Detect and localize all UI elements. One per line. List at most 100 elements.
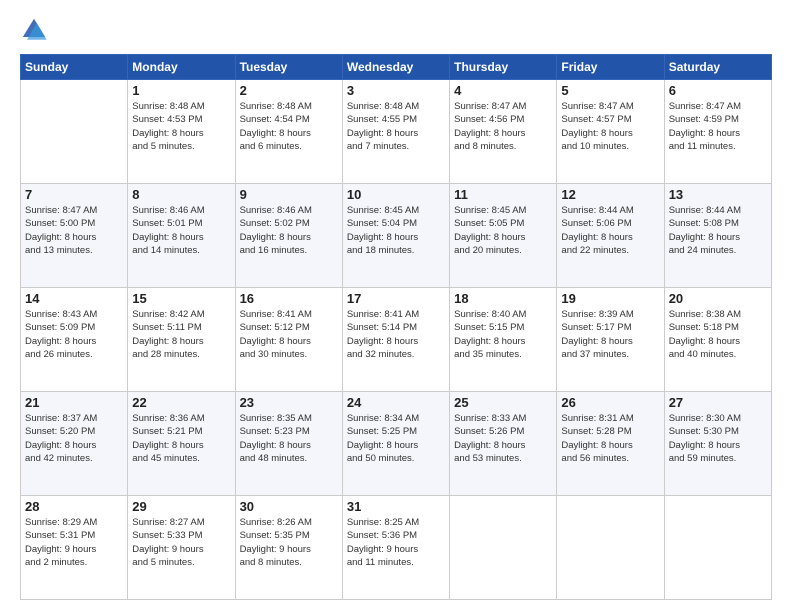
day-info: Sunrise: 8:44 AMSunset: 5:08 PMDaylight:… <box>669 204 767 257</box>
weekday-header-saturday: Saturday <box>664 55 771 80</box>
week-row-0: 1 Sunrise: 8:48 AMSunset: 4:53 PMDaylight… <box>21 80 772 184</box>
calendar-cell <box>450 496 557 600</box>
week-row-2: 14 Sunrise: 8:43 AMSunset: 5:09 PMDayligh… <box>21 288 772 392</box>
calendar-cell: 27 Sunrise: 8:30 AMSunset: 5:30 PMDayligh… <box>664 392 771 496</box>
day-info: Sunrise: 8:40 AMSunset: 5:15 PMDaylight:… <box>454 308 552 361</box>
day-number: 25 <box>454 395 552 410</box>
day-info: Sunrise: 8:42 AMSunset: 5:11 PMDaylight:… <box>132 308 230 361</box>
day-info: Sunrise: 8:33 AMSunset: 5:26 PMDaylight:… <box>454 412 552 465</box>
calendar-cell: 24 Sunrise: 8:34 AMSunset: 5:25 PMDayligh… <box>342 392 449 496</box>
day-info: Sunrise: 8:47 AMSunset: 4:57 PMDaylight:… <box>561 100 659 153</box>
day-info: Sunrise: 8:48 AMSunset: 4:55 PMDaylight:… <box>347 100 445 153</box>
day-info: Sunrise: 8:45 AMSunset: 5:05 PMDaylight:… <box>454 204 552 257</box>
day-number: 2 <box>240 83 338 98</box>
calendar-cell: 17 Sunrise: 8:41 AMSunset: 5:14 PMDayligh… <box>342 288 449 392</box>
day-info: Sunrise: 8:45 AMSunset: 5:04 PMDaylight:… <box>347 204 445 257</box>
day-number: 24 <box>347 395 445 410</box>
day-info: Sunrise: 8:41 AMSunset: 5:14 PMDaylight:… <box>347 308 445 361</box>
weekday-header-monday: Monday <box>128 55 235 80</box>
day-info: Sunrise: 8:37 AMSunset: 5:20 PMDaylight:… <box>25 412 123 465</box>
calendar-cell: 12 Sunrise: 8:44 AMSunset: 5:06 PMDayligh… <box>557 184 664 288</box>
calendar-cell: 19Sunrise: 8:39 AMSunset: 5:17 PMDayligh… <box>557 288 664 392</box>
day-number: 23 <box>240 395 338 410</box>
day-number: 20 <box>669 291 767 306</box>
page: SundayMondayTuesdayWednesdayThursdayFrid… <box>0 0 792 612</box>
day-number: 18 <box>454 291 552 306</box>
calendar-cell: 25 Sunrise: 8:33 AMSunset: 5:26 PMDayligh… <box>450 392 557 496</box>
day-info: Sunrise: 8:27 AMSunset: 5:33 PMDaylight:… <box>132 516 230 569</box>
calendar-cell: 7 Sunrise: 8:47 AMSunset: 5:00 PMDaylight… <box>21 184 128 288</box>
day-number: 21 <box>25 395 123 410</box>
day-number: 3 <box>347 83 445 98</box>
day-info: Sunrise: 8:29 AMSunset: 5:31 PMDaylight:… <box>25 516 123 569</box>
calendar-cell <box>664 496 771 600</box>
day-number: 6 <box>669 83 767 98</box>
day-number: 4 <box>454 83 552 98</box>
calendar-cell: 15 Sunrise: 8:42 AMSunset: 5:11 PMDayligh… <box>128 288 235 392</box>
day-number: 26 <box>561 395 659 410</box>
day-info: Sunrise: 8:47 AMSunset: 5:00 PMDaylight:… <box>25 204 123 257</box>
header <box>20 16 772 44</box>
day-info: Sunrise: 8:43 AMSunset: 5:09 PMDaylight:… <box>25 308 123 361</box>
day-number: 27 <box>669 395 767 410</box>
day-number: 30 <box>240 499 338 514</box>
calendar-table: SundayMondayTuesdayWednesdayThursdayFrid… <box>20 54 772 600</box>
calendar-cell: 23Sunrise: 8:35 AMSunset: 5:23 PMDayligh… <box>235 392 342 496</box>
day-number: 13 <box>669 187 767 202</box>
day-number: 5 <box>561 83 659 98</box>
day-number: 22 <box>132 395 230 410</box>
day-number: 16 <box>240 291 338 306</box>
weekday-header-tuesday: Tuesday <box>235 55 342 80</box>
weekday-header-sunday: Sunday <box>21 55 128 80</box>
day-info: Sunrise: 8:34 AMSunset: 5:25 PMDaylight:… <box>347 412 445 465</box>
logo-icon <box>20 16 48 44</box>
day-number: 1 <box>132 83 230 98</box>
calendar-cell <box>21 80 128 184</box>
day-info: Sunrise: 8:41 AMSunset: 5:12 PMDaylight:… <box>240 308 338 361</box>
day-number: 9 <box>240 187 338 202</box>
calendar-cell: 16 Sunrise: 8:41 AMSunset: 5:12 PMDayligh… <box>235 288 342 392</box>
day-number: 14 <box>25 291 123 306</box>
calendar-cell: 5 Sunrise: 8:47 AMSunset: 4:57 PMDaylight… <box>557 80 664 184</box>
day-info: Sunrise: 8:47 AMSunset: 4:56 PMDaylight:… <box>454 100 552 153</box>
day-number: 28 <box>25 499 123 514</box>
day-number: 15 <box>132 291 230 306</box>
calendar-cell: 9Sunrise: 8:46 AMSunset: 5:02 PMDaylight… <box>235 184 342 288</box>
day-info: Sunrise: 8:30 AMSunset: 5:30 PMDaylight:… <box>669 412 767 465</box>
calendar-cell: 10Sunrise: 8:45 AMSunset: 5:04 PMDayligh… <box>342 184 449 288</box>
day-info: Sunrise: 8:48 AMSunset: 4:53 PMDaylight:… <box>132 100 230 153</box>
calendar-cell: 28 Sunrise: 8:29 AMSunset: 5:31 PMDayligh… <box>21 496 128 600</box>
day-number: 8 <box>132 187 230 202</box>
calendar-cell: 14 Sunrise: 8:43 AMSunset: 5:09 PMDayligh… <box>21 288 128 392</box>
day-number: 7 <box>25 187 123 202</box>
calendar-cell: 13 Sunrise: 8:44 AMSunset: 5:08 PMDayligh… <box>664 184 771 288</box>
weekday-header-thursday: Thursday <box>450 55 557 80</box>
day-number: 17 <box>347 291 445 306</box>
week-row-3: 21 Sunrise: 8:37 AMSunset: 5:20 PMDayligh… <box>21 392 772 496</box>
calendar-cell: 18 Sunrise: 8:40 AMSunset: 5:15 PMDayligh… <box>450 288 557 392</box>
calendar-cell: 8 Sunrise: 8:46 AMSunset: 5:01 PMDaylight… <box>128 184 235 288</box>
calendar-cell: 21 Sunrise: 8:37 AMSunset: 5:20 PMDayligh… <box>21 392 128 496</box>
day-number: 11 <box>454 187 552 202</box>
day-info: Sunrise: 8:36 AMSunset: 5:21 PMDaylight:… <box>132 412 230 465</box>
weekday-header-row: SundayMondayTuesdayWednesdayThursdayFrid… <box>21 55 772 80</box>
calendar-cell: 22 Sunrise: 8:36 AMSunset: 5:21 PMDayligh… <box>128 392 235 496</box>
day-number: 19 <box>561 291 659 306</box>
calendar-cell: 11 Sunrise: 8:45 AMSunset: 5:05 PMDayligh… <box>450 184 557 288</box>
day-info: Sunrise: 8:47 AMSunset: 4:59 PMDaylight:… <box>669 100 767 153</box>
day-info: Sunrise: 8:26 AMSunset: 5:35 PMDaylight:… <box>240 516 338 569</box>
calendar-cell: 29Sunrise: 8:27 AMSunset: 5:33 PMDayligh… <box>128 496 235 600</box>
day-info: Sunrise: 8:46 AMSunset: 5:01 PMDaylight:… <box>132 204 230 257</box>
day-info: Sunrise: 8:25 AMSunset: 5:36 PMDaylight:… <box>347 516 445 569</box>
day-number: 31 <box>347 499 445 514</box>
day-info: Sunrise: 8:44 AMSunset: 5:06 PMDaylight:… <box>561 204 659 257</box>
weekday-header-wednesday: Wednesday <box>342 55 449 80</box>
day-number: 12 <box>561 187 659 202</box>
calendar-cell: 1 Sunrise: 8:48 AMSunset: 4:53 PMDaylight… <box>128 80 235 184</box>
weekday-header-friday: Friday <box>557 55 664 80</box>
calendar-cell: 2 Sunrise: 8:48 AMSunset: 4:54 PMDaylight… <box>235 80 342 184</box>
day-info: Sunrise: 8:31 AMSunset: 5:28 PMDaylight:… <box>561 412 659 465</box>
calendar-cell: 6 Sunrise: 8:47 AMSunset: 4:59 PMDaylight… <box>664 80 771 184</box>
calendar-cell: 31 Sunrise: 8:25 AMSunset: 5:36 PMDayligh… <box>342 496 449 600</box>
day-info: Sunrise: 8:48 AMSunset: 4:54 PMDaylight:… <box>240 100 338 153</box>
